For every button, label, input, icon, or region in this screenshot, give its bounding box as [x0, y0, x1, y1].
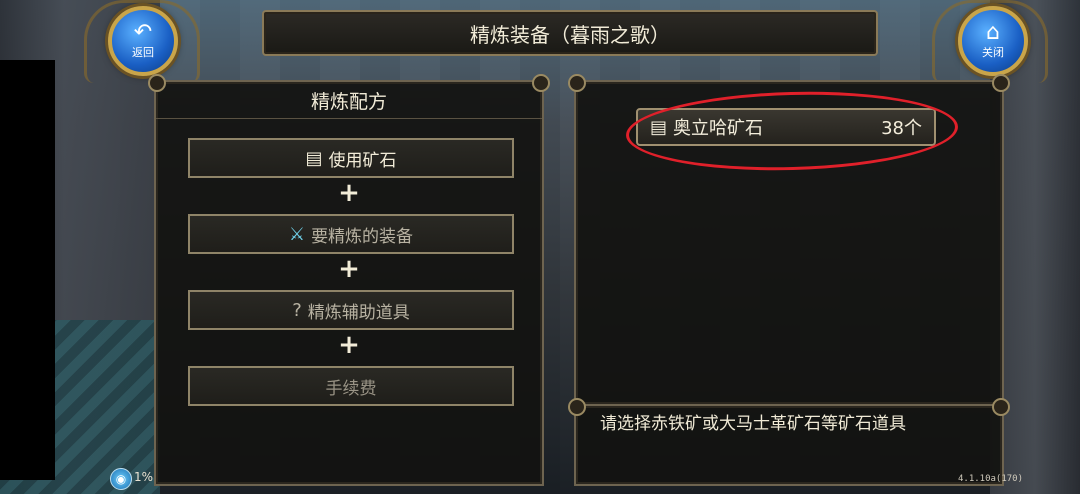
page-title: 精炼装备（暮雨之歌） [262, 10, 878, 56]
plus-sign: + [338, 254, 360, 284]
plus-sign: + [338, 178, 360, 208]
screen-edge-bar [0, 60, 55, 480]
ore-slot-label: 使用矿石 [328, 150, 397, 171]
network-status-icon: ◉ [110, 468, 132, 490]
plus-sign: + [338, 330, 360, 360]
panel-corner-ornament [148, 74, 166, 92]
recipe-header: 精炼配方 [156, 82, 542, 119]
assist-item-slot-label: 精炼辅助道具 [307, 302, 410, 323]
close-button[interactable]: ⌂ 关闭 [958, 6, 1028, 76]
fee-slot-label: 手续费 [325, 378, 377, 399]
panel-corner-ornament [992, 398, 1010, 416]
status-percent: 1% [134, 470, 154, 484]
hint-text: 请选择赤铁矿或大马士革矿石等矿石道具 [600, 414, 906, 434]
panel-corner-ornament [568, 74, 586, 92]
equipment-slot-label: 要精炼的装备 [311, 226, 414, 247]
panel-corner-ornament [992, 74, 1010, 92]
version-label: 4.1.10a(170) [958, 474, 1024, 484]
back-arrow-icon: ↶ [133, 20, 153, 45]
panel-corner-ornament [568, 398, 586, 416]
assist-item-slot[interactable]: ? 精炼辅助道具 [188, 290, 514, 330]
recipe-panel: 精炼配方 ▤ 使用矿石 + ⚔ 要精炼的装备 + ? 精炼辅助道具 + 手续费 [154, 80, 544, 486]
equipment-slot[interactable]: ⚔ 要精炼的装备 [188, 214, 514, 254]
fee-slot: 手续费 [188, 366, 514, 406]
panel-corner-ornament [532, 74, 550, 92]
hint-panel: 请选择赤铁矿或大马士革矿石等矿石道具 [574, 404, 1004, 486]
back-button[interactable]: ↶ 返回 [108, 6, 178, 76]
ore-icon: ▤ [305, 147, 323, 169]
question-icon: ? [292, 299, 302, 321]
back-button-label: 返回 [132, 46, 154, 59]
close-button-label: 关闭 [982, 46, 1004, 59]
ore-slot[interactable]: ▤ 使用矿石 [188, 138, 514, 178]
home-icon: ⌂ [986, 20, 1000, 45]
sword-icon: ⚔ [288, 223, 306, 245]
